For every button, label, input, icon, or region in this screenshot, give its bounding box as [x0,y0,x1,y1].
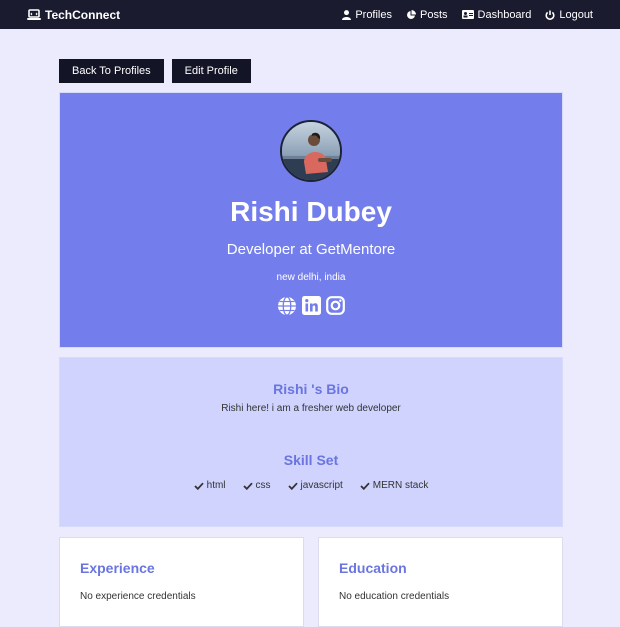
experience-title: Experience [80,560,155,576]
skill-item: javascript [287,480,343,491]
check-icon [242,482,253,490]
profile-location: new delhi, india [276,272,346,283]
id-card-icon [461,10,474,19]
education-empty-text: No education credentials [339,591,450,602]
brand-link[interactable]: TechConnect [27,8,120,22]
nav-profiles-label: Profiles [355,8,392,21]
nav-dashboard-label: Dashboard [477,8,532,21]
pie-chart-icon [406,9,416,20]
skill-item: MERN stack [360,480,429,491]
nav-profiles[interactable]: Profiles [342,9,392,21]
nav-posts-label: Posts [420,8,448,21]
check-icon [287,482,298,490]
profile-top-card: Rishi Dubey Developer at GetMentore new … [59,92,563,348]
skill-item: html [194,480,226,491]
globe-icon[interactable] [277,296,297,316]
experience-empty-text: No experience credentials [80,591,196,602]
instagram-icon[interactable] [326,296,345,316]
nav-logout-label: Logout [559,8,593,21]
skill-item: css [242,480,271,491]
skill-label: javascript [300,480,343,491]
bio-card: Rishi 's Bio Rishi here! i am a fresher … [59,357,563,527]
check-icon [194,482,204,490]
user-icon [342,9,352,20]
experience-card: Experience No experience credentials [59,537,304,627]
nav-posts[interactable]: Posts [406,9,448,21]
nav-logout[interactable]: Logout [545,9,593,21]
edit-profile-button[interactable]: Edit Profile [171,59,251,83]
bio-text: Rishi here! i am a fresher web developer [221,403,401,414]
skill-label: MERN stack [372,480,429,491]
power-icon [545,10,555,20]
skill-list: html css javascript MERN stack [194,480,429,491]
skills-title: Skill Set [283,452,339,468]
navbar: TechConnect Profiles Posts Dashboard Log… [0,0,620,29]
laptop-code-icon [27,8,41,21]
action-buttons: Back To Profiles Edit Profile [59,59,251,83]
education-title: Education [339,560,407,576]
bio-title: Rishi 's Bio [273,381,349,397]
social-links [277,296,345,316]
education-card: Education No education credentials [318,537,563,627]
skill-label: html [206,480,226,491]
check-icon [360,482,370,490]
nav-dashboard[interactable]: Dashboard [461,8,532,21]
nav-links: Profiles Posts Dashboard Logout [342,9,593,21]
profile-status: Developer at GetMentore [226,241,396,258]
brand-name: TechConnect [45,7,121,22]
profile-name: Rishi Dubey [230,196,392,227]
back-to-profiles-button[interactable]: Back To Profiles [59,59,164,83]
avatar [280,120,342,182]
linkedin-icon[interactable] [302,296,321,316]
skill-label: css [255,480,271,491]
